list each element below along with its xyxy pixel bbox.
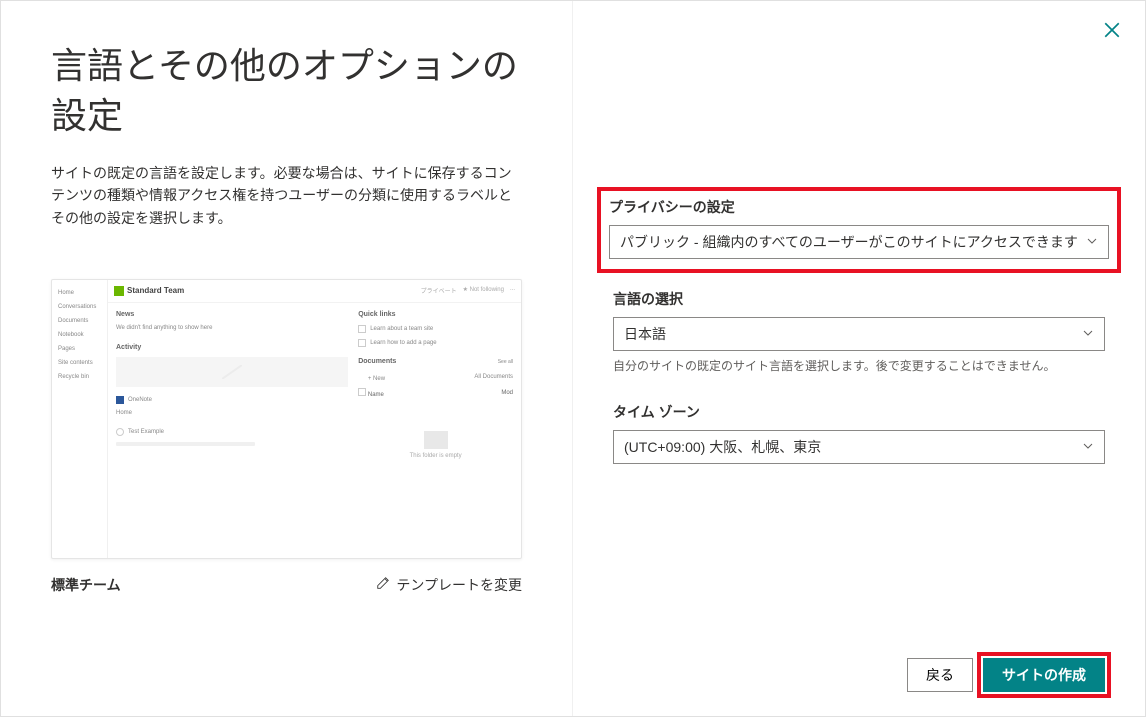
preview-quicklinks-title: Quick links xyxy=(358,311,513,318)
left-panel: 言語とその他のオプションの設定 サイトの既定の言語を設定します。必要な場合は、サ… xyxy=(1,1,573,716)
chevron-down-icon xyxy=(1082,439,1094,455)
preview-activity-item: Home xyxy=(116,407,348,419)
preview-activity-title: Activity xyxy=(116,344,348,351)
preview-news-title: News xyxy=(116,311,348,318)
template-name: 標準チーム xyxy=(51,575,121,595)
preview-header: Standard Team プライベート ★ Not following ... xyxy=(108,280,521,303)
create-site-button[interactable]: サイトの作成 xyxy=(983,658,1105,692)
privacy-field-highlight: プライバシーの設定 パブリック - 組織内のすべてのユーザーがこのサイトにアクセ… xyxy=(603,193,1115,267)
preview-nav-item: Documents xyxy=(56,314,103,328)
preview-activity-box xyxy=(116,357,348,387)
timezone-select[interactable]: (UTC+09:00) 大阪、札幌、東京 xyxy=(613,430,1105,464)
footer-buttons: 戻る サイトの作成 xyxy=(907,658,1105,692)
preview-news-placeholder: We didn't find anything to show here xyxy=(116,322,348,334)
preview-sidebar: Home Conversations Documents Notebook Pa… xyxy=(52,280,108,558)
language-value: 日本語 xyxy=(624,324,666,344)
preview-empty-folder: This folder is empty xyxy=(358,401,513,459)
preview-nav-item: Home xyxy=(56,286,103,300)
language-label: 言語の選択 xyxy=(613,289,1105,309)
pencil-icon xyxy=(376,576,390,593)
privacy-select[interactable]: パブリック - 組織内のすべてのユーザーがこのサイトにアクセスできます xyxy=(609,225,1109,259)
page-description: サイトの既定の言語を設定します。必要な場合は、サイトに保存するコンテンツの種類や… xyxy=(51,162,522,229)
language-field: 言語の選択 日本語 自分のサイトの既定のサイト言語を選択します。後で変更すること… xyxy=(613,289,1105,374)
language-help: 自分のサイトの既定のサイト言語を選択します。後で変更することはできません。 xyxy=(613,357,1105,374)
timezone-value: (UTC+09:00) 大阪、札幌、東京 xyxy=(624,437,821,457)
privacy-label: プライバシーの設定 xyxy=(609,197,1109,217)
folder-icon xyxy=(424,431,448,449)
change-template-label: テンプレートを変更 xyxy=(396,575,522,595)
preview-quicklink: Learn how to add a page xyxy=(358,336,513,350)
preview-quicklink: Learn about a team site xyxy=(358,322,513,336)
preview-site-title: Standard Team xyxy=(127,286,184,295)
page-title: 言語とその他のオプションの設定 xyxy=(51,41,522,142)
back-button[interactable]: 戻る xyxy=(907,658,973,692)
preview-activity-item: OneNote xyxy=(116,393,348,407)
preview-nav-item: Pages xyxy=(56,342,103,356)
preview-nav-item: Recycle bin xyxy=(56,370,103,384)
preview-nav-item: Notebook xyxy=(56,328,103,342)
chevron-down-icon xyxy=(1082,326,1094,342)
preview-seeall: See all xyxy=(498,359,513,365)
template-preview: Home Conversations Documents Notebook Pa… xyxy=(51,279,522,559)
change-template-link[interactable]: テンプレートを変更 xyxy=(376,575,522,595)
language-select[interactable]: 日本語 xyxy=(613,317,1105,351)
preview-doc-toolbar: + New All Documents xyxy=(358,369,513,385)
right-panel: プライバシーの設定 パブリック - 組織内のすべてのユーザーがこのサイトにアクセ… xyxy=(573,1,1145,716)
preview-logo-icon xyxy=(114,286,124,296)
preview-main: Standard Team プライベート ★ Not following ...… xyxy=(108,280,521,558)
preview-activity-item: Test Example xyxy=(116,425,348,439)
timezone-field: タイム ゾーン (UTC+09:00) 大阪、札幌、東京 xyxy=(613,402,1105,464)
template-footer: 標準チーム テンプレートを変更 xyxy=(51,575,522,595)
preview-content: News We didn't find anything to show her… xyxy=(108,303,521,558)
preview-nav-item: Site contents xyxy=(56,356,103,370)
preview-documents-title: Documents xyxy=(358,358,396,365)
chevron-down-icon xyxy=(1086,234,1098,250)
timezone-label: タイム ゾーン xyxy=(613,402,1105,422)
preview-doc-header: Name Mod xyxy=(358,385,513,401)
preview-nav-item: Conversations xyxy=(56,300,103,314)
privacy-value: パブリック - 組織内のすべてのユーザーがこのサイトにアクセスできます xyxy=(620,232,1078,252)
preview-header-right: プライベート ★ Not following ... xyxy=(421,286,515,295)
